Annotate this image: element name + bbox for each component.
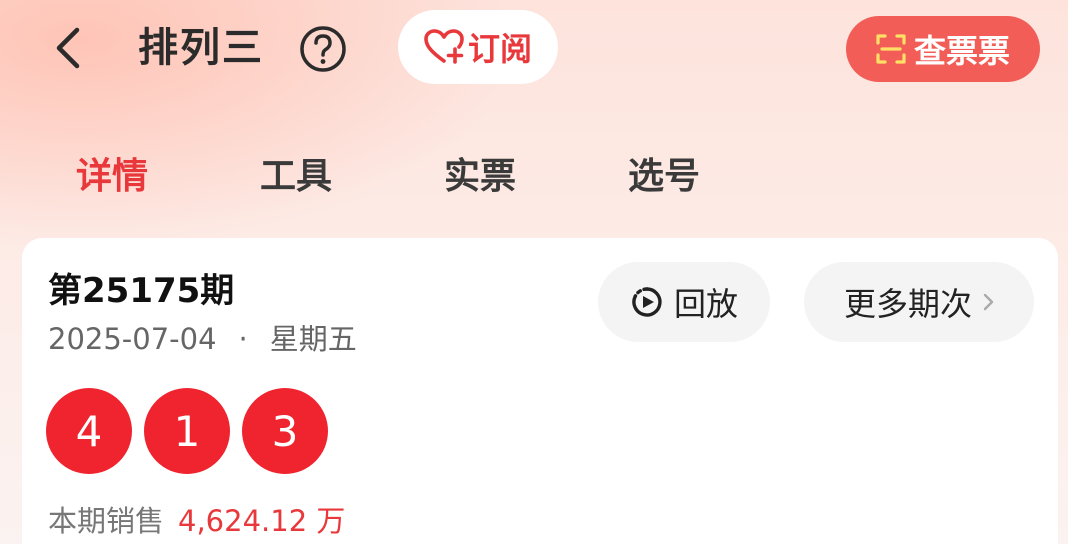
check-ticket-button[interactable]: 查票票 <box>846 16 1040 82</box>
subscribe-label: 订阅 <box>467 30 532 68</box>
draw-date: 2025-07-04 <box>48 322 217 356</box>
question-circle-icon <box>300 26 346 72</box>
tab-real-tickets[interactable]: 实票 <box>444 152 516 202</box>
check-ticket-label: 查票票 <box>913 32 1010 70</box>
heart-plus-icon <box>424 29 464 64</box>
chevron-left-icon <box>56 27 80 69</box>
winning-number-ball: 4 <box>46 388 132 474</box>
replay-label: 回放 <box>673 285 738 323</box>
replay-button[interactable]: 回放 <box>598 262 770 342</box>
draw-weekday: 星期五 <box>269 322 357 356</box>
more-issues-label: 更多期次 <box>843 285 972 323</box>
back-button[interactable] <box>44 22 92 74</box>
help-button[interactable] <box>298 24 348 74</box>
tab-pick-numbers[interactable]: 选号 <box>628 152 700 202</box>
tab-details[interactable]: 详情 <box>76 152 148 202</box>
scan-icon <box>876 34 906 64</box>
replay-icon <box>632 287 662 317</box>
more-issues-button[interactable]: 更多期次 <box>804 262 1034 342</box>
issue-title: 第25175期 <box>48 271 235 311</box>
page-title: 排列三 <box>138 25 264 71</box>
subscribe-button[interactable]: 订阅 <box>398 10 558 84</box>
winning-number-ball: 3 <box>242 388 328 474</box>
sales-value: 4,624.12 万 <box>178 504 346 538</box>
draw-result-card: 第25175期 2025-07-04 · 星期五 回放 更多期次 4 1 3 本期销… <box>22 238 1058 544</box>
winning-number-ball: 1 <box>144 388 230 474</box>
tab-tools[interactable]: 工具 <box>260 152 332 202</box>
sales-label: 本期销售 <box>48 504 165 538</box>
draw-date-line: 2025-07-04 · 星期五 <box>48 318 357 360</box>
sales-line: 本期销售 4,624.12 万 <box>48 500 345 542</box>
chevron-right-icon <box>983 293 994 311</box>
date-separator: · <box>238 322 248 356</box>
